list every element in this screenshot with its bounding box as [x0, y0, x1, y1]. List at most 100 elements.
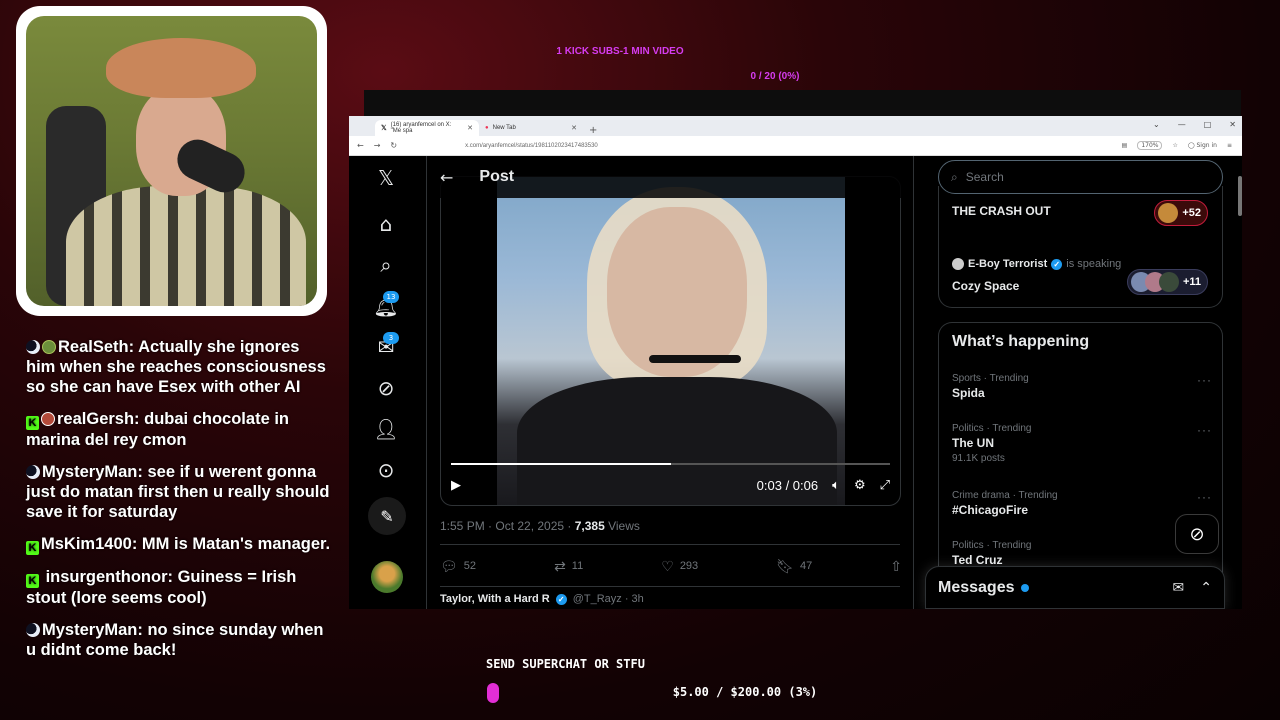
search-icon[interactable]: ⌕ [373, 252, 399, 278]
home-icon[interactable]: ⌂ [373, 211, 399, 237]
x-left-nav: 𝕏 ⌂ ⌕ 🔔︎ 13 ✉ 3 ⊘ 👤︎ ⊙ ✎ [349, 156, 425, 609]
search-placeholder: Search [965, 170, 1004, 184]
grok-icon[interactable]: ⊘ [373, 375, 399, 401]
views-label: Views [604, 519, 640, 533]
close-tab-icon[interactable]: ✕ [571, 124, 577, 132]
repost-icon: ⇄ [554, 557, 566, 574]
zoom-level[interactable]: 170% [1137, 141, 1163, 150]
messages-count-badge: 3 [383, 332, 399, 344]
tab-bar: 𝕏 (16) aryanfemcel on X: "Me spa ✕ ● New… [349, 116, 1242, 136]
trend-post-count: 91.1K posts [952, 453, 1005, 464]
video-player[interactable]: ▶ 0:03 / 0:06 🔈︎ ⚙ ⤢ [440, 176, 901, 506]
moon-badge-icon [26, 465, 40, 479]
trend-item[interactable]: Politics · Trending The UN 91.1K posts ·… [952, 423, 1212, 464]
like-button[interactable]: ♡ 293 [661, 558, 698, 575]
sign-in-label: Sign in [1196, 142, 1217, 149]
expand-icon[interactable]: ⌃ [1200, 580, 1212, 596]
chat-username: MysteryMan [42, 463, 138, 481]
divider [440, 586, 900, 587]
bookmark-icon: 🔖︎ [776, 557, 794, 574]
back-arrow-icon[interactable]: ← [440, 168, 453, 187]
messages-drawer[interactable]: Messages ✉ ⌃ [925, 566, 1225, 609]
trend-item[interactable]: Sports · Trending Spida ··· [952, 373, 1212, 400]
grok-icon: ⊘ [1189, 523, 1205, 545]
reply-preview[interactable]: Taylor, With a Hard R ✓ @T_Rayz · 3h [440, 593, 644, 605]
bookmark-button[interactable]: 🔖︎ 47 [776, 558, 812, 575]
reply-icon: 💬︎ [440, 557, 458, 574]
chat-username: realGersh [57, 410, 135, 428]
reload-icon[interactable]: ↻ [390, 141, 397, 150]
more-icon[interactable]: ⊙ [373, 457, 399, 483]
repost-button[interactable]: ⇄ 11 [554, 558, 583, 575]
play-icon[interactable]: ▶ [451, 478, 461, 493]
chat-message: RealSeth: Actually she ignores him when … [26, 338, 326, 396]
tab-x-post[interactable]: 𝕏 (16) aryanfemcel on X: "Me spa ✕ [375, 120, 479, 136]
notifications-count-badge: 13 [383, 291, 399, 303]
x-logo-icon[interactable]: 𝕏 [373, 165, 399, 191]
account-avatar[interactable] [371, 561, 403, 593]
messages-actions: ✉ ⌃ [1173, 580, 1212, 596]
bookmark-count: 47 [799, 560, 813, 572]
video-frame [497, 177, 845, 505]
moon-badge-icon [26, 340, 40, 354]
streamer-body [66, 186, 306, 306]
search-input[interactable]: ⌕ Search [938, 160, 1223, 194]
settings-gear-icon[interactable]: ⚙ [854, 478, 866, 493]
superchat-goal-progress: $5.00 / $200.00 (3%) [672, 685, 818, 699]
views-count: 7,385 [574, 519, 605, 533]
stream-chat: RealSeth: Actually she ignores him when … [26, 337, 331, 672]
chat-username: RealSeth [58, 338, 129, 356]
space-title[interactable]: THE CRASH OUT [952, 204, 1051, 218]
trend-name: Ted Cruz [952, 553, 1003, 567]
space-listener-count: +11 [1182, 276, 1201, 288]
tab-new-tab[interactable]: ● New Tab ✕ [479, 120, 583, 136]
space-listeners-pill[interactable]: +11 [1126, 269, 1208, 295]
verified-badge-icon: ✓ [1051, 258, 1063, 270]
reply-author-handle: @T_Rayz · 3h [572, 593, 644, 605]
space-listeners-pill[interactable]: +52 [1154, 200, 1208, 226]
volume-icon[interactable]: 🔈︎ [832, 478, 840, 493]
listener-avatar [1158, 203, 1179, 223]
reader-icon[interactable]: ▤ [1122, 142, 1128, 149]
scrollbar[interactable] [1238, 176, 1242, 216]
fullscreen-icon[interactable]: ⤢ [880, 478, 890, 493]
cowboy-hat [106, 38, 256, 98]
back-icon[interactable]: ← [357, 141, 364, 150]
minimize-icon[interactable]: — [1178, 120, 1186, 129]
post-timestamp[interactable]: 1:55 PM · Oct 22, 2025 · [440, 519, 575, 533]
search-icon: ⌕ [951, 169, 958, 184]
messages-label: Messages [938, 578, 1015, 596]
url-field[interactable]: x.com/aryanfemcel/status/198110202341748… [465, 143, 598, 149]
browser-favicon-icon: ● [485, 125, 489, 131]
reply-button[interactable]: 💬︎ 52 [440, 558, 476, 575]
forward-icon[interactable]: → [374, 141, 381, 150]
new-tab-button[interactable]: + [583, 125, 603, 136]
compose-post-button[interactable]: ✎ [368, 497, 406, 535]
kick-badge-icon: K [26, 416, 39, 430]
page-title: Post [479, 168, 515, 185]
trend-item[interactable]: Politics · Trending Ted Cruz [952, 540, 1212, 567]
maximize-icon[interactable]: □ [1204, 120, 1212, 129]
menu-icon[interactable]: ≡ [1227, 142, 1232, 149]
more-options-icon[interactable]: ··· [1197, 373, 1212, 387]
address-bar-actions: ▤ 170% ☆ ◯ Sign in ≡ [1122, 141, 1232, 150]
space-title[interactable]: Cozy Space [952, 279, 1019, 293]
close-window-icon[interactable]: ✕ [1229, 120, 1236, 129]
superchat-goal-label: SEND SUPERCHAT OR STFU [486, 657, 645, 671]
share-button[interactable]: ⇧ [890, 558, 902, 575]
tab-list-icon[interactable]: ⌄ [1153, 120, 1160, 129]
sign-in-button[interactable]: ◯ Sign in [1188, 142, 1217, 149]
profile-icon[interactable]: 👤︎ [373, 416, 399, 442]
grok-button[interactable]: ⊘ [1175, 514, 1219, 554]
address-bar: ← → ↻ x.com/aryanfemcel/status/198110202… [349, 136, 1242, 156]
unread-dot [1020, 583, 1029, 592]
chat-username: MsKim1400 [41, 535, 132, 553]
more-options-icon[interactable]: ··· [1197, 490, 1212, 504]
new-message-icon[interactable]: ✉ [1173, 580, 1185, 596]
more-options-icon[interactable]: ··· [1197, 423, 1212, 437]
trend-item[interactable]: Crime drama · Trending #ChicagoFire ··· [952, 490, 1212, 517]
close-tab-icon[interactable]: ✕ [467, 124, 473, 132]
space-host: E-Boy Terrorist ✓ is speaking [952, 258, 1121, 270]
trend-name: The UN [952, 436, 994, 450]
bookmark-star-icon[interactable]: ☆ [1172, 142, 1177, 149]
